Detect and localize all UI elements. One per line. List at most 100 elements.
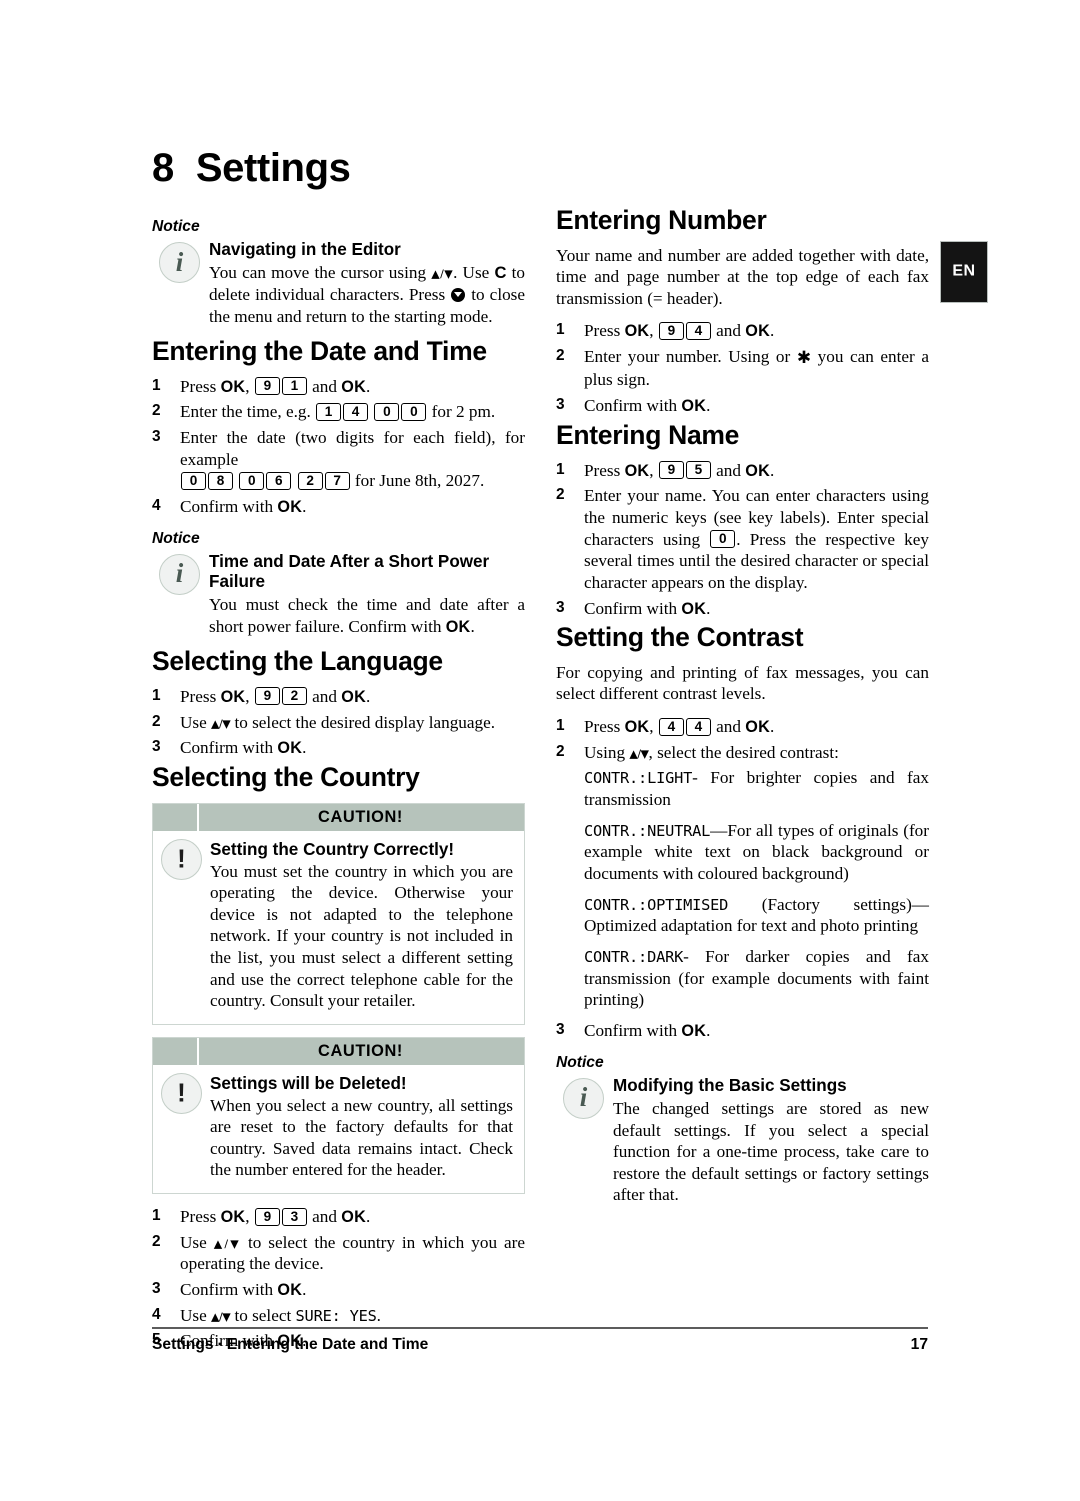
contrast-option-neutral: CONTR.:NEUTRAL—For all types of original… xyxy=(584,820,929,884)
info-icon: i xyxy=(159,242,200,283)
chapter-title-text: Settings xyxy=(195,146,351,190)
caution-box-settings-deleted: CAUTION! ! Settings will be Deleted! Whe… xyxy=(152,1036,525,1195)
ok-key-label: OK xyxy=(745,322,770,341)
notice-text: You must check the time and date after a… xyxy=(209,595,525,636)
list-item: 1 Press OK, 44 and OK. xyxy=(556,717,775,737)
c-key-label: C xyxy=(494,263,507,283)
heading-selecting-country: Selecting the Country xyxy=(152,761,420,792)
paragraph-contrast-intro: For copying and printing of fax messages… xyxy=(556,662,929,704)
steps-setting-contrast-confirm: 3 Confirm with OK. xyxy=(556,1020,929,1042)
notice-navigating-editor: Notice i Navigating in the Editor You ca… xyxy=(152,218,525,327)
contrast-option-dark: CONTR.:DARK- For darker copies and fax t… xyxy=(584,947,929,1010)
list-item: 2 Use ▲/▼ to select the desired display … xyxy=(152,712,496,732)
ok-key-label: OK xyxy=(745,461,770,480)
heading-entering-date-time: Entering the Date and Time xyxy=(152,336,487,367)
keypad-key: 9 xyxy=(658,321,684,340)
list-item: 2 Enter the time, e.g. 14 00 for 2 pm. xyxy=(152,402,496,422)
notice-title: Modifying the Basic Settings xyxy=(613,1075,847,1095)
display-value: CONTR.:OPTIMISED xyxy=(584,895,729,914)
footer-chapter: Settings xyxy=(152,1336,214,1353)
notice-power-failure: Notice i Time and Date After a Short Pow… xyxy=(152,530,525,637)
ok-key-label: OK xyxy=(220,687,246,706)
list-item: 1 Press OK, 95 and OK. xyxy=(556,460,775,480)
footer-section: Entering the Date and Time xyxy=(226,1336,429,1353)
star-key-icon: ✱ xyxy=(796,348,812,369)
paragraph-number-intro: Your name and number are added together … xyxy=(556,245,929,308)
keypad-key: 2 xyxy=(297,471,323,490)
ok-key-label: OK xyxy=(341,1208,366,1227)
contrast-option-optimised: CONTR.:OPTIMISED (Factory settings)—Opti… xyxy=(584,894,929,936)
caution-title: Setting the Country Correctly! xyxy=(210,839,455,859)
caution-text: When you select a new country, all setti… xyxy=(210,1095,513,1180)
display-value: CONTR.:DARK xyxy=(584,948,684,967)
caution-box-country-correctly: CAUTION! ! Setting the Country Correctly… xyxy=(152,802,525,1025)
steps-selecting-language: 1 Press OK, 92 and OK. 2 Use ▲/▼ to sele… xyxy=(152,686,525,759)
language-tab-en: EN xyxy=(940,241,988,303)
notice-label: Notice xyxy=(152,529,200,547)
keypad-key: 9 xyxy=(658,461,684,479)
list-item: 2 Use ▲/▼ to select the country in which… xyxy=(152,1232,526,1274)
ok-key-label: OK xyxy=(745,718,770,737)
warning-icon: ! xyxy=(161,838,202,880)
notice-text: The changed settings are stored as new d… xyxy=(613,1098,929,1205)
footer-breadcrumb: Settings · Entering the Date and Time xyxy=(152,1336,428,1354)
ok-key-label: OK xyxy=(445,617,471,636)
keypad-key: 1 xyxy=(281,377,307,396)
caution-text: You must set the country in which you ar… xyxy=(210,861,513,1011)
left-column: Notice i Navigating in the Editor You ca… xyxy=(152,206,525,1356)
keypad-key: 9 xyxy=(254,1207,280,1226)
up-down-arrows-icon: ▲/▼ xyxy=(211,1310,231,1324)
heading-entering-name: Entering Name xyxy=(556,419,740,450)
ok-key-label: OK xyxy=(277,739,303,758)
notice-title: Navigating in the Editor xyxy=(209,240,401,259)
keypad-key: 0 xyxy=(374,402,400,421)
ok-key-label: OK xyxy=(681,1022,707,1041)
info-icon: i xyxy=(159,553,200,595)
steps-entering-name: 1 Press OK, 95 and OK. 2 Enter your name… xyxy=(556,460,929,620)
keypad-key: 9 xyxy=(254,687,280,706)
keypad-key: 8 xyxy=(208,471,233,490)
keypad-key: 0 xyxy=(239,471,265,490)
caution-header: CAUTION! xyxy=(153,803,524,831)
caution-header: CAUTION! xyxy=(153,1037,524,1065)
ok-key-label: OK xyxy=(624,718,650,737)
list-item: 3 Confirm with OK. xyxy=(556,1021,711,1041)
warning-icon: ! xyxy=(161,1072,202,1114)
language-tab-label: EN xyxy=(952,262,976,280)
list-item: 2 Using ▲/▼, select the desired contrast… xyxy=(556,742,839,762)
notice-text: You can move the cursor using ▲/▼. Use C… xyxy=(209,263,526,326)
list-item: 3 Confirm with OK. xyxy=(556,396,711,416)
up-down-arrows-icon: ▲/▼ xyxy=(431,267,454,281)
notice-label: Notice xyxy=(152,218,200,235)
ok-key-label: OK xyxy=(220,1208,246,1227)
list-item: 1 Press OK, 94 and OK. xyxy=(556,321,775,341)
footer-rule xyxy=(152,1327,928,1329)
steps-entering-date-time: 1 Press OK, 91 and OK. 2 Enter the time,… xyxy=(152,376,525,518)
list-item: 3 Confirm with OK. xyxy=(152,738,307,758)
up-down-arrows-icon: ▲/▼ xyxy=(629,747,649,761)
ok-key-label: OK xyxy=(341,687,366,706)
notice-label: Notice xyxy=(556,1053,604,1071)
chapter-number: 8 xyxy=(152,146,174,190)
list-item: 4 Confirm with OK. xyxy=(152,497,307,517)
steps-entering-number: 1 Press OK, 94 and OK. 2 Enter your numb… xyxy=(556,320,929,416)
keypad-key: 6 xyxy=(266,471,292,490)
keypad-key: 0 xyxy=(181,471,206,490)
keypad-key: 1 xyxy=(316,402,342,421)
keypad-key: 5 xyxy=(685,461,711,479)
list-item: 4 Use ▲/▼ to select SURE: YES. xyxy=(152,1305,381,1325)
contrast-option-light: CONTR.:LIGHT- For brighter copies and fa… xyxy=(584,768,929,810)
keypad-key: 0 xyxy=(401,402,427,421)
ok-key-label: OK xyxy=(624,322,650,341)
list-item: 1 Press OK, 91 and OK. xyxy=(152,376,371,396)
steps-setting-contrast: 1 Press OK, 44 and OK. 2 Using ▲/▼, sele… xyxy=(556,716,929,763)
list-item: 1 Press OK, 93 and OK. xyxy=(152,1207,371,1227)
keypad-key: 9 xyxy=(254,377,280,396)
keypad-key: 4 xyxy=(685,321,711,340)
display-value: CONTR.:LIGHT xyxy=(584,769,693,788)
footer: Settings · Entering the Date and Time 17 xyxy=(152,1336,928,1354)
ok-key-label: OK xyxy=(681,599,707,618)
heading-entering-number: Entering Number xyxy=(556,205,767,235)
info-icon: i xyxy=(563,1077,604,1119)
notice-modifying-basic-settings: Notice i Modifying the Basic Settings Th… xyxy=(556,1054,929,1206)
